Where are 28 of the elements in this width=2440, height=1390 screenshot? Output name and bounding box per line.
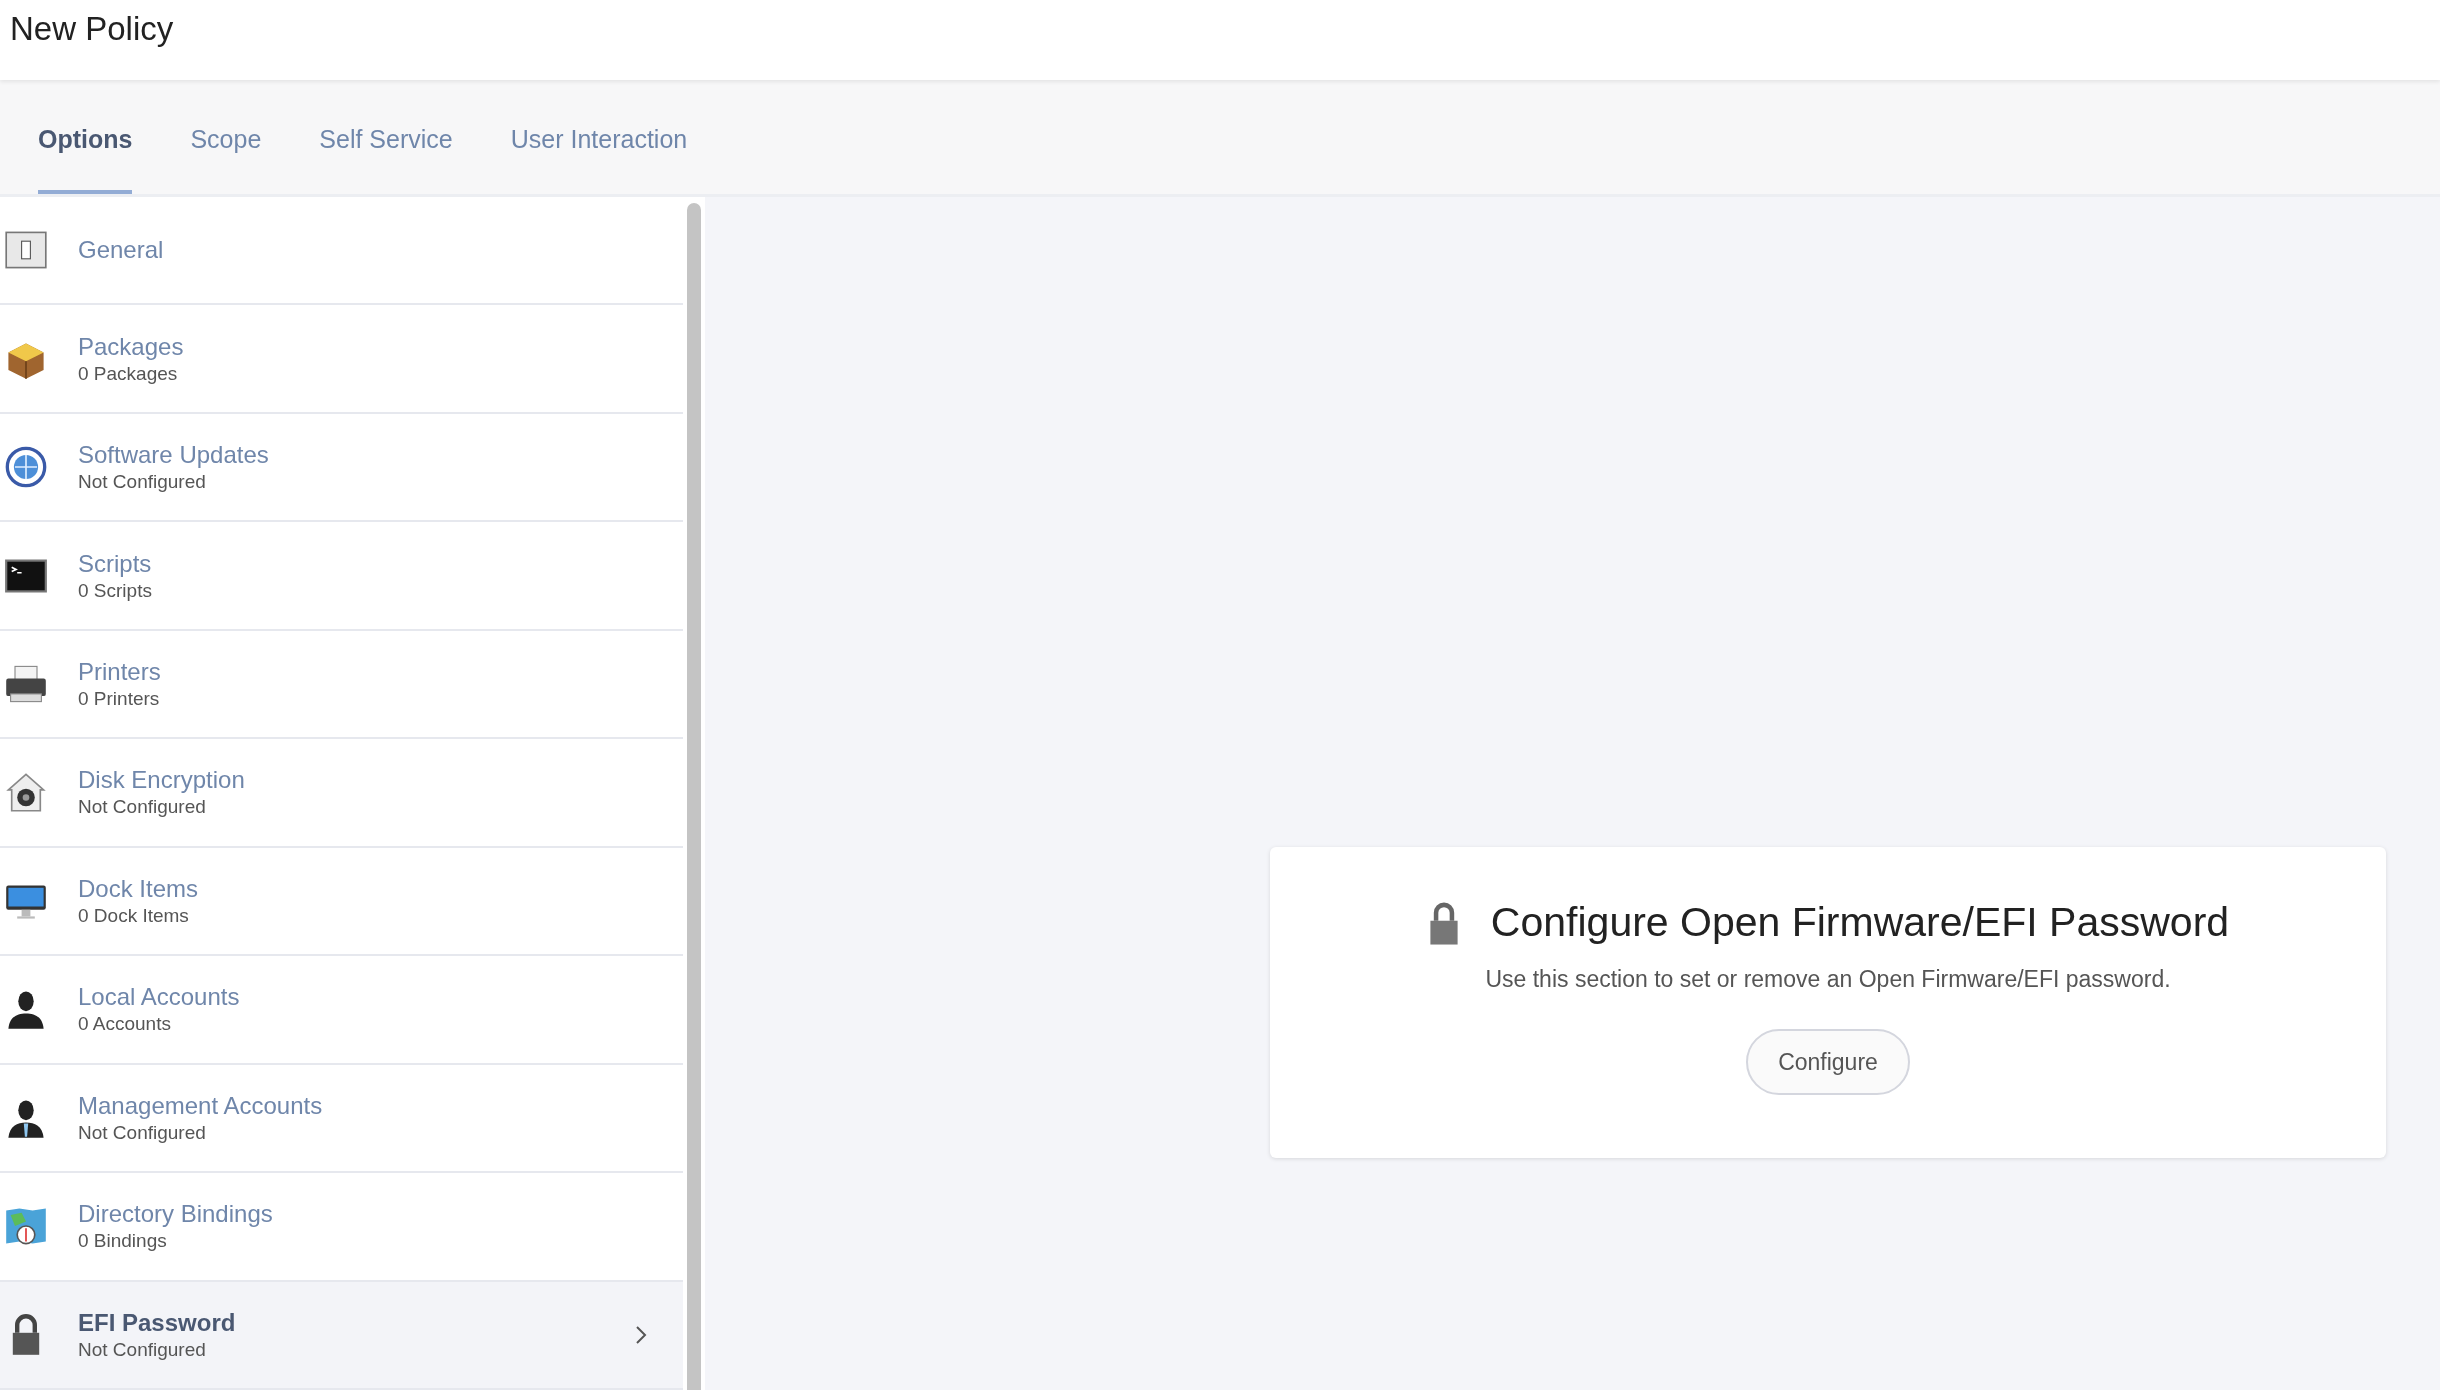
item-title: Disk Encryption <box>78 766 246 795</box>
panel-description: Use this section to set or remove an Open Firmware/EFI password. <box>1485 966 2171 993</box>
item-title: Printers <box>78 658 162 687</box>
item-status: 0 Packages <box>78 362 179 385</box>
globe-icon <box>4 445 48 490</box>
item-title: Management Accounts <box>78 1091 324 1120</box>
item-title: Local Accounts <box>78 983 241 1012</box>
item-title: Dock Items <box>78 874 200 903</box>
item-title: Packages <box>78 332 185 361</box>
chevron-icon <box>635 1324 647 1345</box>
item-title: EFI Password <box>78 1308 237 1337</box>
sidebar-item[interactable]: EFI Password Not Configured <box>0 1281 683 1390</box>
item-status: 0 Printers <box>78 688 161 711</box>
item-title: General <box>78 236 165 265</box>
item-status: Not Configured <box>78 796 207 819</box>
item-title: Software Updates <box>78 441 270 470</box>
item-title: Scripts <box>78 549 153 578</box>
item-status: Not Configured <box>78 471 207 494</box>
item-title: Directory Bindings <box>78 1200 274 1229</box>
item-status: Not Configured <box>78 1121 207 1144</box>
item-status: 0 Scripts <box>78 579 153 602</box>
panel-title: Configure Open Firmware/EFI Password <box>1490 899 2230 946</box>
configure-button[interactable]: Configure <box>1746 1029 1910 1095</box>
item-status: 0 Accounts <box>78 1013 172 1036</box>
item-status: Not Configured <box>78 1338 207 1361</box>
item-status: 0 Bindings <box>78 1230 168 1253</box>
page-title: New Policy <box>10 10 174 48</box>
item-status: 0 Dock Items <box>78 904 190 927</box>
